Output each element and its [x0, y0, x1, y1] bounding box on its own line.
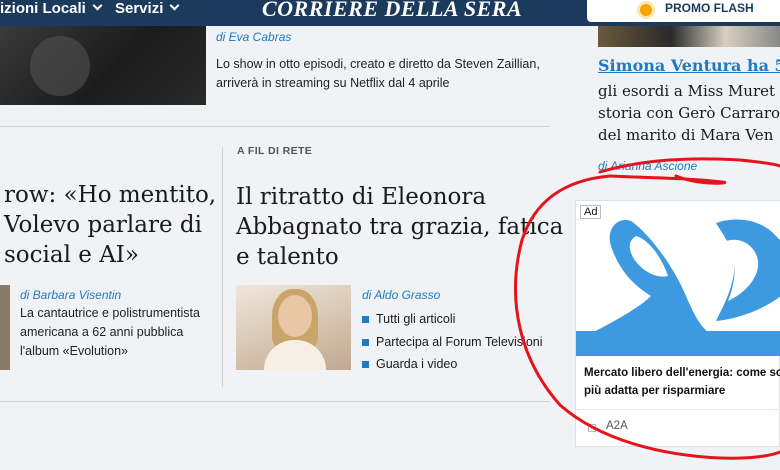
chevron-down-icon: [169, 0, 180, 11]
square-bullet-icon: [362, 361, 369, 368]
headline-line: Abbagnato tra grazia, fatica: [236, 214, 564, 240]
nav-item-label: izioni Locali: [0, 0, 86, 17]
article-image-portrait[interactable]: [236, 285, 351, 370]
article-image-thumbnail[interactable]: [0, 285, 10, 370]
headline-line: Volevo parlare di: [4, 212, 202, 238]
promo-flash-button[interactable]: PROMO FLASH: [587, 0, 780, 22]
article-author[interactable]: di Arianna Ascione: [598, 159, 697, 173]
ad-badge: Ad: [580, 205, 602, 219]
link-label: Tutti gli articoli: [376, 312, 456, 326]
related-link-forum[interactable]: Partecipa al Forum Televisioni: [362, 333, 543, 356]
related-links-list: Tutti gli articoli Partecipa al Forum Te…: [362, 310, 543, 378]
summary-line: storia con Gerò Carraro: [598, 104, 780, 122]
related-link-videos[interactable]: Guarda i video: [362, 355, 543, 378]
article-author[interactable]: di Aldo Grasso: [362, 288, 440, 302]
article-summary: Lo show in otto episodi, creato e dirett…: [216, 55, 540, 93]
square-bullet-icon: [362, 316, 369, 323]
ad-image-heart-hands[interactable]: [576, 201, 780, 356]
chevron-down-icon: [92, 0, 103, 11]
summary-line: del marito di Mara Ven: [598, 126, 774, 144]
ad-caption[interactable]: Mercato libero dell'energia: come sce pi…: [584, 364, 780, 400]
article-image-series[interactable]: [0, 26, 206, 105]
article-image-ventura[interactable]: [598, 26, 780, 47]
article-author[interactable]: di Barbara Visentin: [20, 288, 121, 302]
article-headline[interactable]: Il ritratto di Eleonora Abbagnato tra gr…: [236, 182, 563, 272]
caption-line: Mercato libero dell'energia: come sce: [584, 367, 780, 379]
promo-flash-label: PROMO FLASH: [665, 1, 754, 15]
headline-line: social e AI»: [4, 242, 139, 268]
ad-divider: [576, 409, 780, 410]
headline-line: Il ritratto di Eleonora: [236, 184, 487, 210]
brand-logo-icon: [588, 424, 596, 432]
square-bullet-icon: [362, 338, 369, 346]
nav-item-servizi[interactable]: Servizi: [115, 0, 180, 22]
section-divider: [0, 401, 550, 402]
heart-hands-icon: [576, 219, 780, 356]
section-divider: [0, 126, 550, 127]
column-divider: [222, 147, 223, 387]
sun-icon: [640, 4, 652, 16]
headline-line: e talento: [236, 244, 339, 270]
summary-line: gli esordi a Miss Muret: [598, 82, 776, 100]
article-headline-link[interactable]: Simona Ventura ha 59 a: [598, 56, 780, 75]
link-label: Partecipa al Forum Televisioni: [376, 334, 543, 349]
summary-line: arriverà in streaming su Netflix dal 4 a…: [216, 76, 450, 90]
summary-line: l'album «Evolution»: [20, 344, 129, 358]
link-label: Guarda i video: [376, 357, 458, 371]
top-navigation-bar: izioni Locali Servizi CORRIERE DELLA SER…: [0, 0, 780, 26]
caption-line: più adatta per risparmiare: [584, 385, 726, 397]
ad-brand[interactable]: A2A: [606, 420, 628, 432]
related-link-all-articles[interactable]: Tutti gli articoli: [362, 310, 543, 333]
nav-item-label: Servizi: [115, 0, 164, 17]
article-headline[interactable]: row: «Ho mentito, Volevo parlare di soci…: [4, 180, 216, 270]
summary-line: La cantautrice e polistrumentista: [20, 306, 200, 320]
advertisement-card[interactable]: Ad Mercato libero dell'energia: come sce…: [575, 200, 780, 447]
section-kicker[interactable]: A FIL DI RETE: [237, 145, 312, 157]
summary-line: americana a 62 anni pubblica: [20, 325, 184, 339]
headline-line: row: «Ho mentito,: [4, 182, 217, 208]
nav-item-edizioni-locali[interactable]: izioni Locali: [0, 0, 103, 22]
site-logo[interactable]: CORRIERE DELLA SERA: [262, 0, 522, 22]
article-summary: gli esordi a Miss Muret storia con Gerò …: [598, 80, 780, 146]
article-author[interactable]: di Eva Cabras: [216, 30, 291, 44]
summary-line: Lo show in otto episodi, creato e dirett…: [216, 57, 540, 71]
article-summary: La cantautrice e polistrumentista americ…: [20, 304, 200, 361]
